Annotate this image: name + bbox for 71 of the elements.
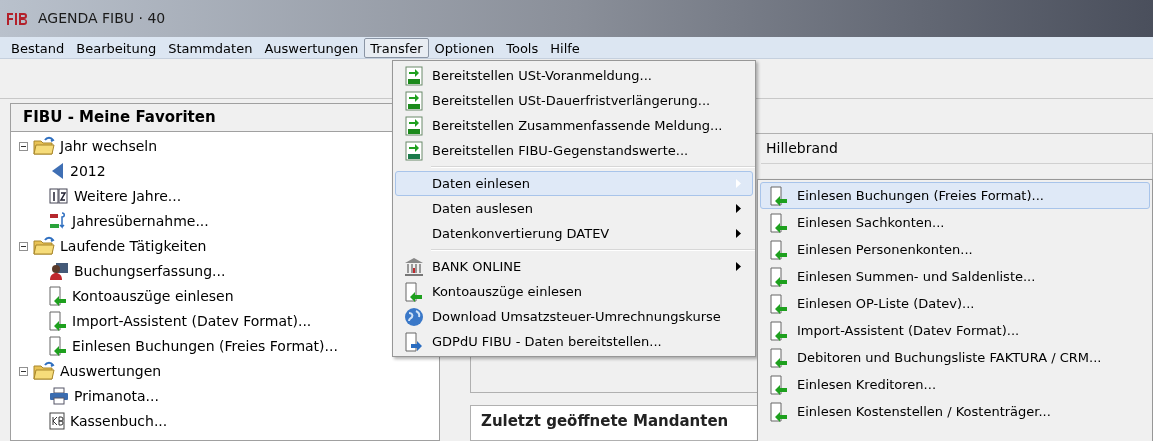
import-arrow-icon: [770, 266, 788, 287]
cash-book-icon: [49, 412, 65, 430]
menu-item[interactable]: Debitoren und Buchungsliste FAKTURA / CRM...: [760, 344, 1150, 371]
import-arrow-icon: [405, 281, 423, 302]
menu-item[interactable]: Einlesen Kostenstellen / Kostenträger...: [760, 398, 1150, 425]
open-folder-icon: [33, 361, 55, 381]
menu-item[interactable]: Bestand: [5, 37, 71, 58]
collapse-icon[interactable]: [19, 241, 28, 251]
calendar-pages-icon: [49, 188, 69, 204]
import-arrow-icon: [770, 185, 788, 206]
menu-item[interactable]: Bereitstellen Zusammenfassende Meldung...: [395, 113, 753, 138]
person-computer-icon: [49, 261, 69, 281]
import-arrow-icon: [49, 336, 67, 356]
tree-item[interactable]: Kontoauszüge einlesen: [72, 285, 234, 307]
menu-item[interactable]: Tools: [500, 37, 545, 58]
import-arrow-icon: [770, 239, 788, 260]
tree-item[interactable]: Einlesen Buchungen (Freies Format)...: [72, 335, 338, 357]
globe-icon: [404, 306, 424, 327]
tree-item[interactable]: Jahr wechseln: [60, 135, 158, 157]
menu-item[interactable]: Einlesen Kreditoren...: [760, 371, 1150, 398]
import-arrow-icon: [49, 286, 67, 306]
menu-item[interactable]: GDPdU FIBU - Daten bereitstellen...: [395, 329, 753, 354]
tree-item[interactable]: Laufende Tätigkeiten: [60, 235, 207, 257]
menu-item[interactable]: Daten auslesen: [395, 196, 753, 221]
printer-icon: [49, 387, 69, 405]
menu-item[interactable]: Bereitstellen USt-Dauerfristverlängerung...: [395, 88, 753, 113]
tree-item[interactable]: Primanota...: [74, 385, 159, 407]
menu-item[interactable]: Optionen: [428, 37, 501, 58]
swap-arrow-icon: [49, 211, 67, 231]
menu-item[interactable]: Stammdaten: [162, 37, 259, 58]
menu-item[interactable]: Download Umsatzsteuer-Umrechnungskurse: [395, 304, 753, 329]
menu-item[interactable]: Hilfe: [544, 37, 586, 58]
menu-item[interactable]: Einlesen Personenkonten...: [760, 236, 1150, 263]
tree-item[interactable]: Kassenbuch...: [70, 410, 168, 432]
app-logo-icon: [6, 10, 30, 27]
client-row[interactable]: Hillebrand: [761, 134, 1152, 164]
open-folder-icon: [33, 136, 55, 156]
menu-item[interactable]: Bearbeitung: [70, 37, 163, 58]
menu-item[interactable]: Einlesen Summen- und Saldenliste...: [760, 263, 1150, 290]
menu-item[interactable]: Kontoauszüge einlesen: [395, 279, 753, 304]
collapse-icon[interactable]: [19, 141, 28, 151]
collapse-icon[interactable]: [19, 366, 28, 376]
panel-title: Zuletzt geöffnete Mandanten: [481, 412, 729, 430]
menu-item[interactable]: Einlesen Sachkonten...: [760, 209, 1150, 236]
tree-item[interactable]: Buchungserfassung...: [74, 260, 226, 282]
menu-item[interactable]: BANK ONLINE: [395, 254, 753, 279]
import-arrow-icon: [770, 212, 788, 233]
menu-item[interactable]: Daten einlesen: [395, 171, 753, 196]
menu-item[interactable]: Bereitstellen FIBU-Gegenstandswerte...: [395, 138, 753, 163]
tree-item[interactable]: Weitere Jahre...: [74, 185, 182, 207]
tree-item[interactable]: Import-Assistent (Datev Format)...: [72, 310, 312, 332]
import-arrow-icon: [770, 293, 788, 314]
menu-item[interactable]: Auswertungen: [258, 37, 365, 58]
window-title: AGENDA FIBU · 40: [38, 9, 166, 28]
import-arrow-icon: [770, 320, 788, 341]
menu-item[interactable]: Import-Assistent (Datev Format)...: [760, 317, 1150, 344]
menu-item[interactable]: Bereitstellen USt-Voranmeldung...: [395, 63, 753, 88]
menu-item[interactable]: Einlesen OP-Liste (Datev)...: [760, 290, 1150, 317]
bank-building-icon: [404, 256, 424, 277]
tree-item[interactable]: Auswertungen: [60, 360, 162, 382]
export-arrow-icon: [405, 331, 423, 352]
import-arrow-icon: [49, 311, 67, 331]
import-arrow-icon: [770, 347, 788, 368]
tree-item[interactable]: Jahresübernahme...: [72, 210, 209, 232]
open-folder-icon: [33, 236, 55, 256]
menu-item[interactable]: Datenkonvertierung DATEV: [395, 221, 753, 246]
import-arrow-icon: [770, 374, 788, 395]
import-arrow-icon: [770, 401, 788, 422]
menu-item[interactable]: Einlesen Buchungen (Freies Format)...: [760, 182, 1150, 209]
tree-item[interactable]: 2012: [70, 160, 106, 182]
menu-item[interactable]: Transfer: [364, 37, 429, 58]
